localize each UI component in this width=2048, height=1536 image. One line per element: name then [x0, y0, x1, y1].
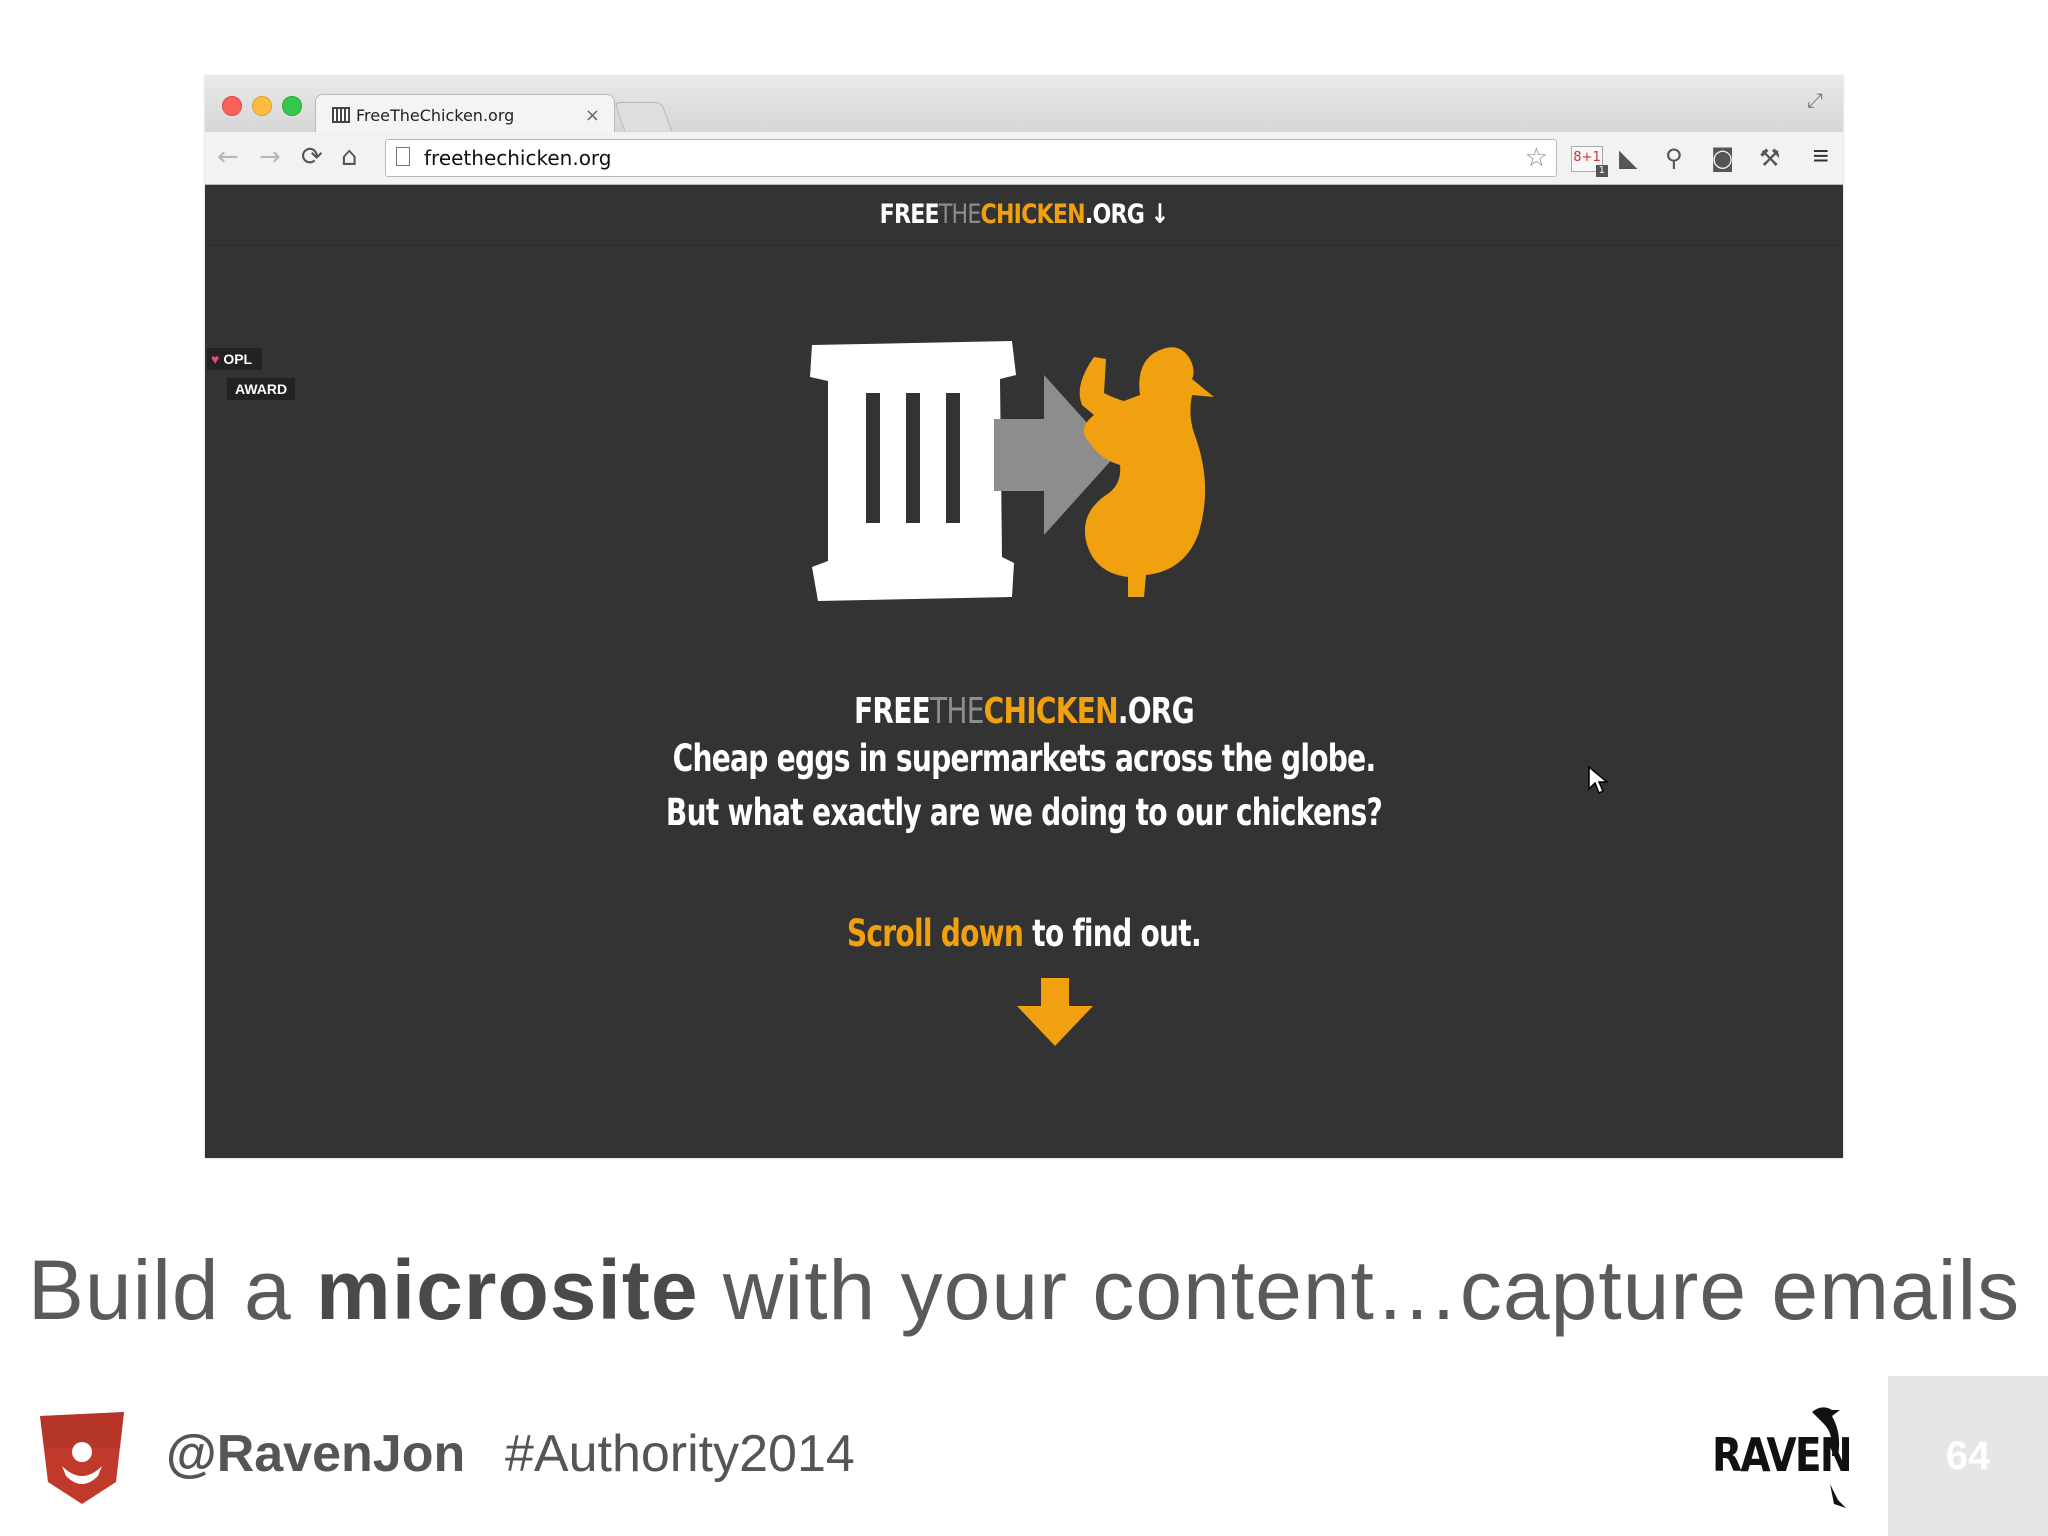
browser-toolbar: ← → ⟳ ⌂ freethechicken.org ☆ 8+1 1 ◣ ⚲ ◙… [205, 132, 1843, 185]
award-opl-text: OPL [223, 351, 253, 367]
cage-bar [906, 393, 920, 523]
down-arrow-icon[interactable]: ↓ [1151, 199, 1170, 230]
page-number-box: 64 [1888, 1376, 2048, 1536]
hero-logo-free: FREE [854, 691, 931, 732]
logo-chicken: CHICKEN [980, 199, 1086, 230]
browser-window: FreeTheChicken.org × ⤢ ← → ⟳ ⌂ freethech… [205, 76, 1843, 1158]
google-plus-label: 8+1 [1573, 150, 1601, 165]
extension-icon-1[interactable]: ◣ [1619, 144, 1637, 172]
scroll-prompt: Scroll down to find out. [205, 912, 1843, 955]
menu-icon[interactable]: ≡ [1813, 140, 1829, 172]
page-icon [396, 147, 410, 166]
reload-icon[interactable]: ⟳ [301, 142, 323, 172]
pocket-icon[interactable]: ◙ [1711, 144, 1734, 172]
logo-the: THE [938, 199, 982, 230]
cage-to-chicken-illustration [810, 341, 1214, 601]
logo-org: .ORG [1084, 199, 1145, 230]
favicon-icon [332, 107, 350, 123]
cage-bar [866, 393, 880, 523]
hero-logo-chicken: CHICKEN [983, 691, 1119, 732]
back-icon[interactable]: ← [217, 142, 239, 172]
google-plus-badge: 1 [1595, 165, 1608, 177]
award-line-2: AWARD [227, 378, 296, 400]
webpage-content: FREETHECHICKEN.ORG ↓ ♥ OPL AWARD FREETHECH… [205, 185, 1843, 1158]
tab-close-button[interactable]: × [585, 105, 600, 126]
header-logo[interactable]: FREETHECHICKEN.ORG ↓ [880, 199, 1169, 230]
close-window-button[interactable] [222, 96, 242, 116]
scroll-rest-text: to find out. [1023, 912, 1201, 955]
fullscreen-icon[interactable]: ⤢ [1807, 90, 1823, 113]
twitter-handle: @RavenJon [166, 1425, 466, 1483]
tagline-2: But what exactly are we doing to our chi… [665, 791, 1383, 834]
zoom-window-button[interactable] [282, 96, 302, 116]
caption-post: with your content…capture emails [698, 1243, 2021, 1337]
caption-bold: microsite [316, 1243, 699, 1337]
wrench-icon[interactable]: ⚒ [1759, 144, 1781, 172]
hero-logo: FREETHECHICKEN.ORG [854, 691, 1195, 732]
forward-icon[interactable]: → [259, 142, 281, 172]
mouse-cursor-icon [1588, 765, 1609, 795]
extension-icon-2[interactable]: ⚲ [1665, 144, 1683, 172]
raven-wordmark: RAVEN [1712, 1428, 1853, 1482]
scroll-down-text: Scroll down [847, 912, 1024, 955]
tagline-1: Cheap eggs in supermarkets across the gl… [672, 737, 1377, 780]
browser-tab[interactable]: FreeTheChicken.org × [315, 94, 615, 135]
title-bar: FreeTheChicken.org × ⤢ [205, 76, 1843, 135]
google-plus-icon[interactable]: 8+1 1 [1571, 146, 1608, 177]
opl-award-badge[interactable]: ♥ OPL AWARD [207, 348, 296, 400]
hero-logo-org: .ORG [1117, 691, 1195, 732]
award-line-1: ♥ OPL [207, 348, 263, 370]
page-number: 64 [1945, 1434, 1991, 1478]
heart-icon: ♥ [211, 351, 220, 367]
site-header: FREETHECHICKEN.ORG ↓ [205, 185, 1843, 246]
new-tab-button[interactable] [613, 102, 673, 131]
url-text[interactable]: freethechicken.org [424, 146, 612, 170]
hero-logo-the: THE [930, 691, 984, 732]
shield-logo-icon [40, 1412, 124, 1504]
star-icon[interactable]: ☆ [1525, 142, 1548, 173]
hashtag: #Authority2014 [505, 1425, 855, 1483]
logo-free: FREE [879, 199, 940, 230]
scroll-down-arrow-icon[interactable] [1017, 978, 1093, 1046]
slide-caption: Build a microsite with your content…capt… [0, 1242, 2048, 1339]
address-bar[interactable]: freethechicken.org ☆ [385, 139, 1557, 177]
tab-title: FreeTheChicken.org [356, 105, 515, 125]
cage-bar [946, 393, 960, 523]
home-icon[interactable]: ⌂ [341, 142, 358, 172]
raven-brand-logo: RAVEN [1712, 1404, 1862, 1508]
caption-pre: Build a [27, 1243, 317, 1337]
minimize-window-button[interactable] [252, 96, 272, 116]
